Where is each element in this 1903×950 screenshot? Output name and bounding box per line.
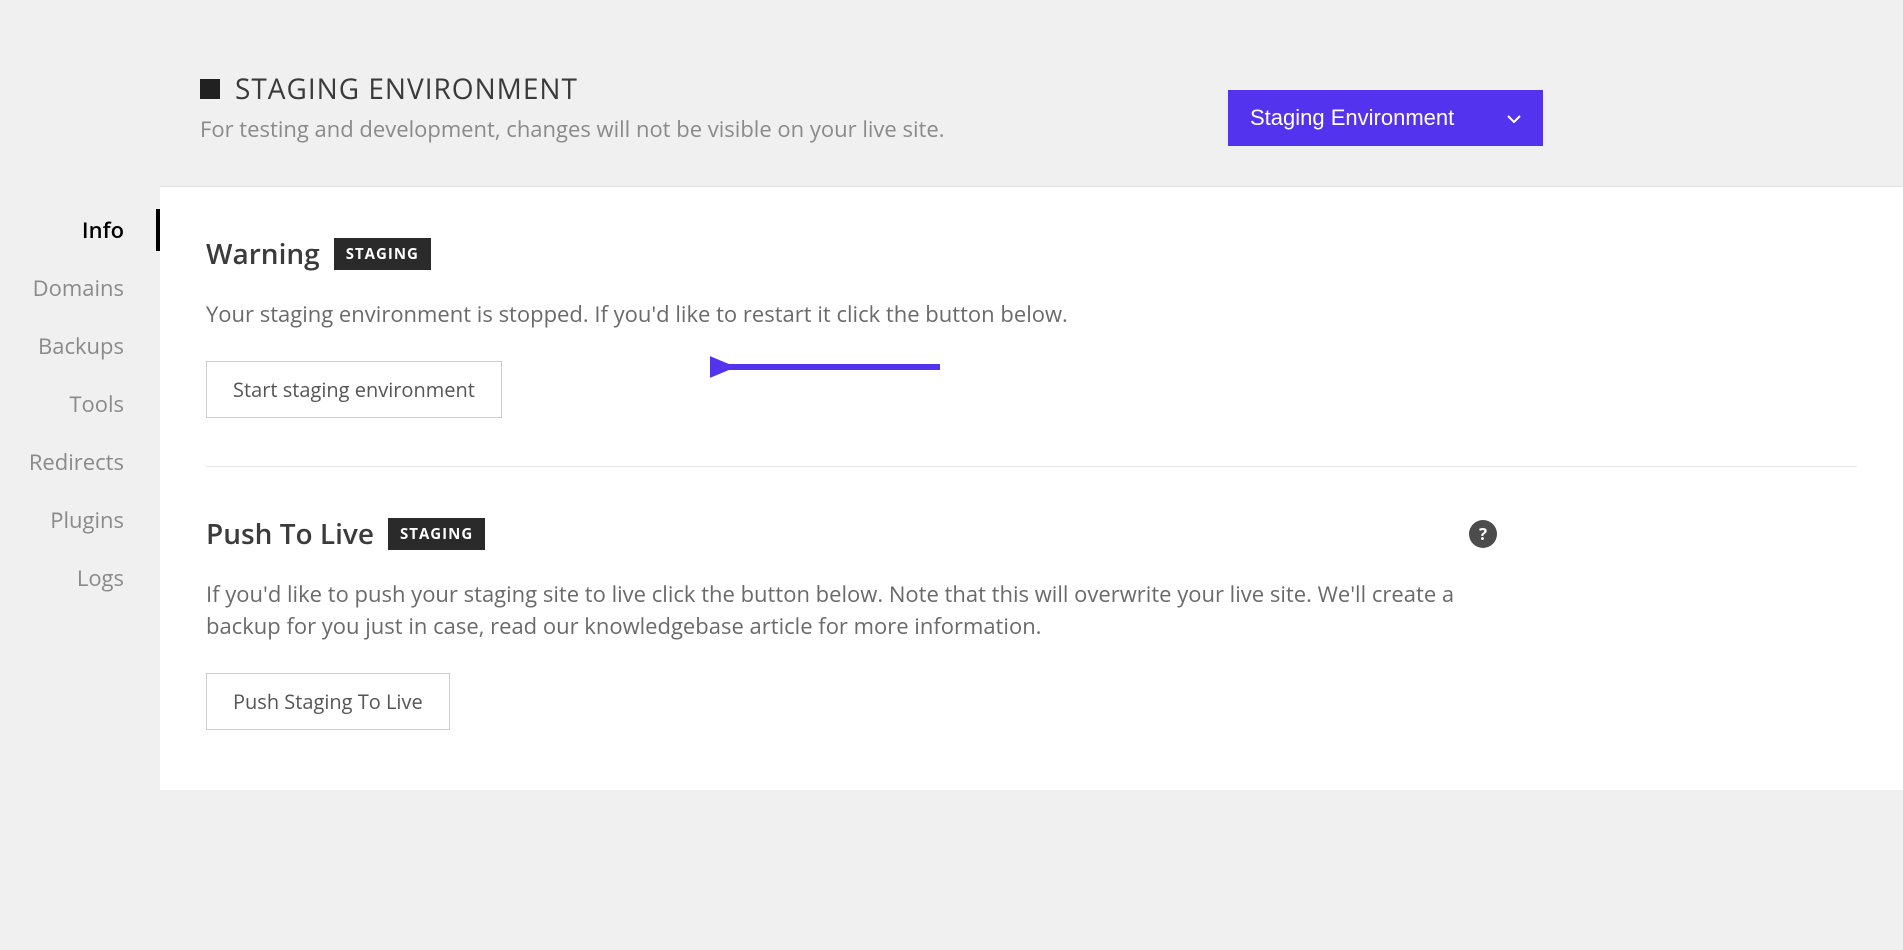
section-divider <box>206 466 1857 467</box>
sidebar-item-plugins[interactable]: Plugins <box>0 491 160 549</box>
sidebar-item-logs[interactable]: Logs <box>0 549 160 607</box>
sidebar-item-label: Logs <box>77 563 124 593</box>
warning-title: Warning <box>206 235 320 273</box>
staging-badge: STAGING <box>388 518 485 550</box>
sidebar: Info Domains Backups Tools Redirects Plu… <box>0 186 160 790</box>
header-title-row: STAGING ENVIRONMENT <box>200 70 945 108</box>
sidebar-item-label: Redirects <box>29 447 124 477</box>
push-to-live-section: Push To Live STAGING ? If you'd like to … <box>206 515 1857 730</box>
sidebar-item-info[interactable]: Info <box>0 201 160 259</box>
sidebar-item-label: Domains <box>33 273 124 303</box>
sidebar-item-label: Tools <box>69 389 124 419</box>
push-title-row: Push To Live STAGING <box>206 515 485 553</box>
page-title: STAGING ENVIRONMENT <box>235 70 578 108</box>
warning-section: Warning STAGING Your staging environment… <box>206 235 1857 418</box>
main-panel: Warning STAGING Your staging environment… <box>160 186 1903 790</box>
sidebar-item-domains[interactable]: Domains <box>0 259 160 317</box>
sidebar-item-label: Plugins <box>50 505 124 535</box>
push-text: If you'd like to push your staging site … <box>206 579 1466 643</box>
sidebar-item-backups[interactable]: Backups <box>0 317 160 375</box>
warning-title-row: Warning STAGING <box>206 235 1857 273</box>
chevron-down-icon <box>1507 110 1521 126</box>
page-subtitle: For testing and development, changes wil… <box>200 114 945 144</box>
start-staging-button[interactable]: Start staging environment <box>206 361 502 418</box>
environment-dropdown-label: Staging Environment <box>1250 105 1454 131</box>
sidebar-item-redirects[interactable]: Redirects <box>0 433 160 491</box>
staging-badge: STAGING <box>334 238 431 270</box>
page-header: STAGING ENVIRONMENT For testing and deve… <box>0 0 1903 186</box>
sidebar-item-label: Backups <box>38 331 124 361</box>
push-title: Push To Live <box>206 515 374 553</box>
environment-dropdown[interactable]: Staging Environment <box>1228 90 1543 146</box>
header-left: STAGING ENVIRONMENT For testing and deve… <box>200 70 945 144</box>
push-staging-to-live-button[interactable]: Push Staging To Live <box>206 673 450 730</box>
warning-text: Your staging environment is stopped. If … <box>206 299 1466 331</box>
sidebar-item-tools[interactable]: Tools <box>0 375 160 433</box>
square-icon <box>200 79 220 99</box>
sidebar-item-label: Info <box>82 215 124 245</box>
help-icon[interactable]: ? <box>1469 520 1497 548</box>
content-wrap: Info Domains Backups Tools Redirects Plu… <box>0 186 1903 790</box>
push-section-head: Push To Live STAGING ? <box>206 515 1857 553</box>
